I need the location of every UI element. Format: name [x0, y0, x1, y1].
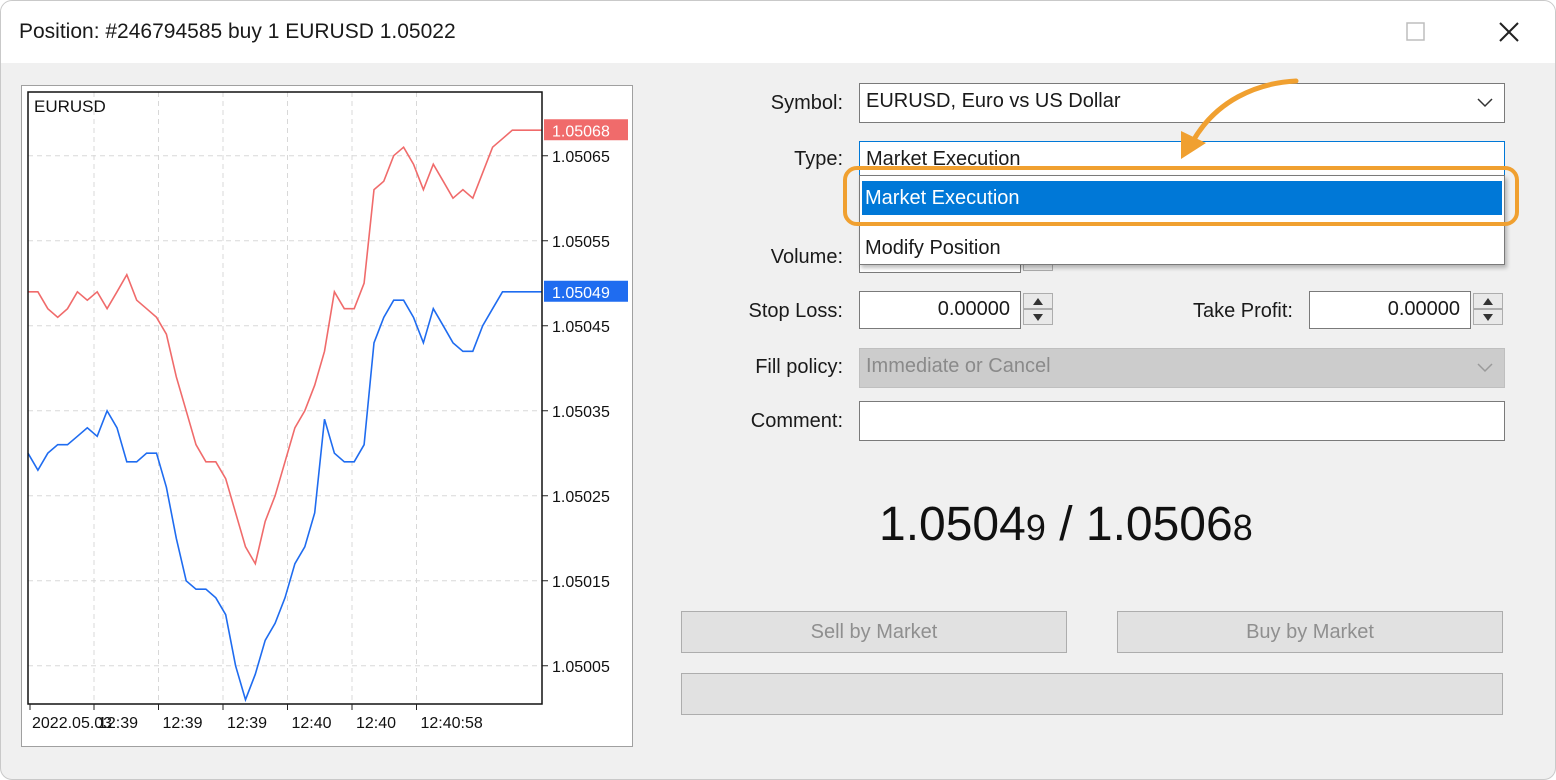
stepper-down-icon[interactable]: [1023, 309, 1053, 325]
quote-separator: /: [1059, 498, 1073, 551]
buy-by-market-button[interactable]: Buy by Market: [1117, 611, 1503, 653]
comment-field[interactable]: [859, 401, 1505, 441]
type-label: Type:: [794, 148, 843, 170]
x-tick-label: 12:40:58: [421, 715, 483, 732]
volume-label: Volume:: [770, 246, 843, 268]
y-tick-label: 1.05035: [552, 404, 610, 421]
fill-policy-value: Immediate or Cancel: [866, 355, 1051, 377]
tick-chart: 1.05065 1.05055 1.05045 1.05035 1.05025 1.050…: [21, 85, 633, 747]
bid-price: 1.0504: [879, 498, 1026, 551]
ask-price: 1.0506: [1085, 498, 1233, 551]
maximize-icon: [1406, 22, 1425, 41]
x-tick-label: 12:39: [163, 715, 203, 732]
y-tick-label: 1.05015: [552, 574, 610, 591]
dropdown-option-modify-position[interactable]: Modify Position: [862, 233, 1502, 267]
stepper-up-icon[interactable]: [1473, 293, 1503, 309]
chevron-down-icon: [1477, 363, 1493, 373]
bid-price-tag: 1.05049: [552, 285, 610, 302]
maximize-button[interactable]: [1393, 11, 1439, 53]
chevron-down-icon: [1477, 98, 1493, 108]
x-tick-label: 12:39: [227, 715, 267, 732]
take-profit-label: Take Profit:: [1192, 300, 1293, 322]
close-icon: [1499, 22, 1519, 42]
symbol-label: Symbol:: [770, 92, 843, 114]
ask-price-tag: 1.05068: [552, 123, 610, 140]
stepper-down-icon[interactable]: [1473, 309, 1503, 325]
ask-pip: 8: [1232, 507, 1253, 548]
stop-loss-field[interactable]: 0.00000: [859, 291, 1021, 329]
stop-loss-value: 0.00000: [937, 298, 1010, 320]
stepper-up-icon[interactable]: [1023, 293, 1053, 309]
y-tick-label: 1.05045: [552, 319, 610, 336]
order-dialog: Position: #246794585 buy 1 EURUSD 1.0502…: [0, 0, 1556, 780]
stop-loss-stepper[interactable]: [1023, 293, 1053, 325]
status-bar-button[interactable]: [681, 673, 1503, 715]
take-profit-stepper[interactable]: [1473, 293, 1503, 325]
take-profit-value: 0.00000: [1387, 298, 1460, 320]
plot-frame: [27, 91, 543, 705]
x-tick-label: 12:39: [98, 715, 138, 732]
comment-label: Comment:: [750, 410, 843, 432]
x-tick-label: 12:40: [356, 715, 396, 732]
window-title: Position: #246794585 buy 1 EURUSD 1.0502…: [19, 20, 456, 43]
y-tick-label: 1.05005: [552, 659, 610, 676]
y-tick-label: 1.05055: [552, 234, 610, 251]
minimize-icon: [1316, 31, 1332, 33]
title-bar: Position: #246794585 buy 1 EURUSD 1.0502…: [1, 1, 1555, 63]
bid-pip: 9: [1025, 507, 1046, 548]
chart-canvas: 1.05065 1.05055 1.05045 1.05035 1.05025 1.050…: [27, 91, 628, 732]
highlight-frame: [843, 166, 1519, 226]
x-tick-label: 12:40: [292, 715, 332, 732]
sell-by-market-button[interactable]: Sell by Market: [681, 611, 1067, 653]
close-button[interactable]: [1486, 11, 1532, 53]
price-series-line: [28, 129, 542, 566]
take-profit-field[interactable]: 0.00000: [1309, 291, 1471, 329]
annotation-arrow-icon: [1181, 78, 1299, 159]
y-tick-label: 1.05065: [552, 149, 610, 166]
bid-ask-quote: 1.05049 / 1.05068: [879, 497, 1253, 552]
symbol-value: EURUSD, Euro vs US Dollar: [866, 90, 1121, 112]
stop-loss-label: Stop Loss:: [748, 300, 843, 322]
y-tick-label: 1.05025: [552, 489, 610, 506]
minimize-button[interactable]: [1301, 11, 1347, 53]
chart-symbol-label: EURUSD: [34, 97, 106, 116]
fill-policy-select: Immediate or Cancel: [859, 348, 1505, 388]
fill-policy-label: Fill policy:: [755, 356, 843, 378]
